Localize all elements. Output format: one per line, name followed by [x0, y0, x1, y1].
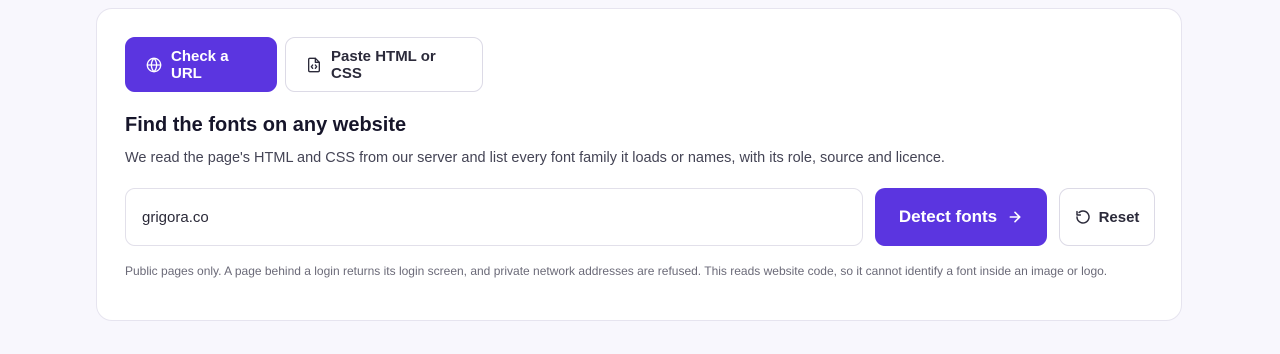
globe-icon	[146, 57, 162, 73]
reset-icon	[1075, 209, 1091, 225]
font-detector-card: Check a URL Paste HTML or CSS Find the f…	[96, 8, 1182, 321]
detect-fonts-button[interactable]: Detect fonts	[875, 188, 1047, 246]
mode-tabs: Check a URL Paste HTML or CSS	[125, 37, 483, 92]
arrow-right-icon	[1007, 209, 1023, 225]
reset-label: Reset	[1098, 208, 1140, 226]
usage-note: Public pages only. A page behind a login…	[125, 264, 1108, 278]
page-title: Find the fonts on any website	[125, 114, 407, 136]
tab-check-url-label: Check a URL	[171, 47, 229, 82]
code-file-icon	[306, 57, 322, 73]
url-input[interactable]	[125, 188, 863, 246]
reset-button[interactable]: Reset	[1059, 188, 1155, 246]
page-description: We read the page's HTML and CSS from our…	[125, 150, 945, 166]
tab-check-url[interactable]: Check a URL	[125, 37, 277, 92]
tab-paste-html-css-label: Paste HTML or CSS	[331, 47, 436, 82]
tab-paste-html-css[interactable]: Paste HTML or CSS	[285, 37, 483, 92]
detect-fonts-label: Detect fonts	[898, 207, 998, 226]
